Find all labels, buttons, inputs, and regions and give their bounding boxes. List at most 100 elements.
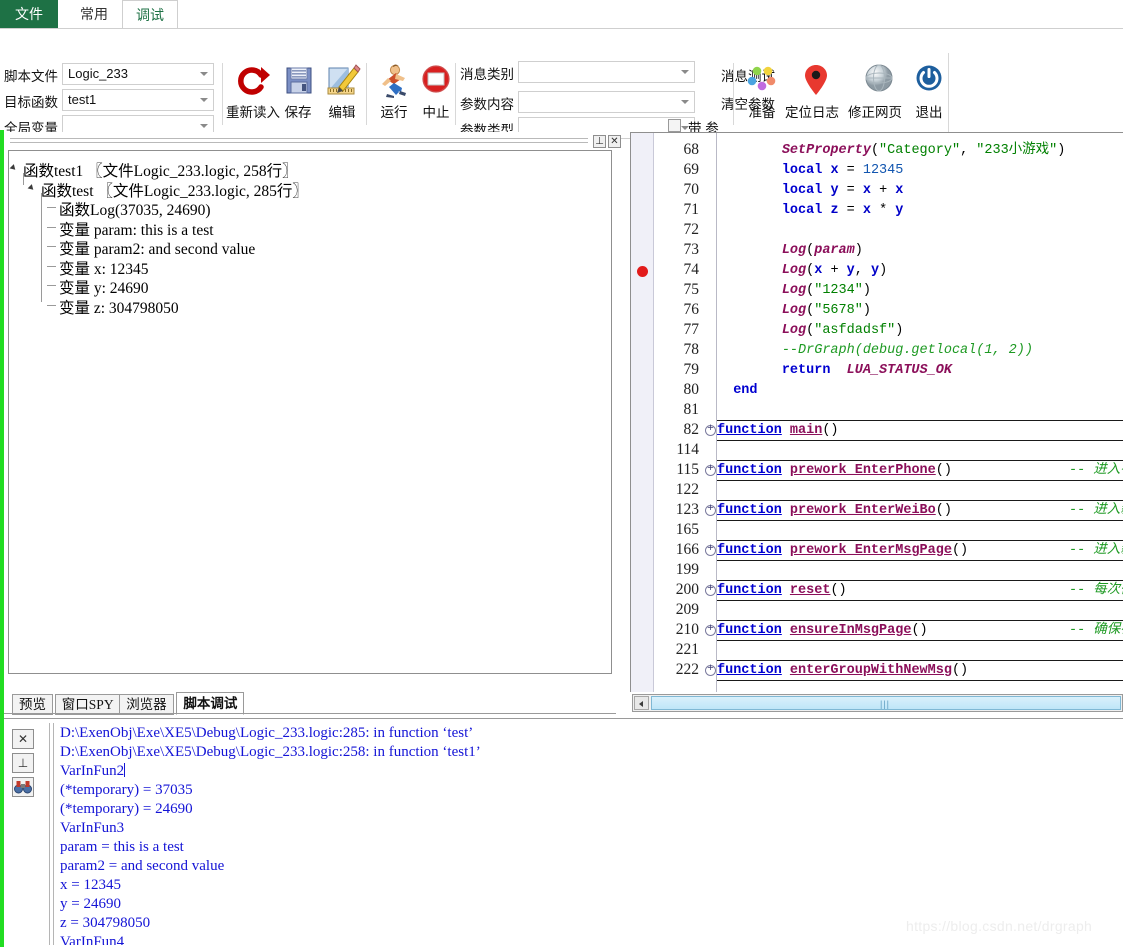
code-text-area[interactable]: SetProperty("Category", "233小游戏") local …	[717, 133, 1123, 692]
tree-node[interactable]: 函数test1 〖文件Logic_233.logic, 258行〗	[9, 159, 609, 180]
chevron-down-icon[interactable]	[681, 70, 689, 74]
view-tab-2[interactable]: 浏览器	[119, 694, 174, 715]
tree-node[interactable]: 函数Log(37035, 24690)	[9, 198, 609, 219]
fold-toggle-icon[interactable]	[705, 502, 716, 516]
line-number: 74	[683, 261, 700, 278]
code-line: function ensureInMsgPage() -- 确保在	[717, 621, 1123, 641]
param-content-label: 参数内容	[460, 97, 514, 112]
fold-gutter[interactable]	[703, 133, 717, 692]
chevron-down-icon[interactable]	[681, 100, 689, 104]
ribbon-tab-0[interactable]: 文件	[0, 0, 58, 28]
map-pin-icon	[782, 62, 842, 100]
fix-webpage-button[interactable]: 修正网页	[845, 62, 905, 121]
tree-connector	[47, 285, 56, 286]
scroll-left-button[interactable]	[634, 696, 649, 710]
log-line-text: D:\ExenObj\Exe\XE5\Debug\Logic_233.logic…	[60, 744, 481, 760]
close-icon[interactable]: ✕	[12, 729, 34, 749]
chevron-down-icon[interactable]	[200, 98, 208, 102]
pin-icon[interactable]: ⊥	[593, 135, 606, 148]
breakpoint-gutter[interactable]	[631, 133, 654, 692]
code-editor-pane: 68 69 70 71 72 73 74 75 76 77 78 79 80 81 82 114 115 122 1…	[630, 132, 1123, 712]
message-type-combo[interactable]	[518, 61, 695, 83]
code-token: prework_EnterPhone	[789, 463, 936, 478]
fold-rule	[717, 680, 1123, 681]
log-line-text: y = 24690	[60, 896, 121, 912]
fold-toggle-icon[interactable]	[705, 662, 716, 676]
line-number: 209	[675, 601, 699, 618]
view-tab-0[interactable]: 预览	[12, 694, 53, 715]
code-token: function	[717, 423, 782, 438]
script-file-combo[interactable]: Logic_233	[62, 63, 214, 85]
ribbon-tab-strip: 文件 常用 调试	[0, 0, 1123, 30]
fold-toggle-icon[interactable]	[705, 582, 716, 596]
expander-icon[interactable]	[27, 183, 36, 192]
target-function-label: 目标函数	[4, 95, 58, 110]
tree-node[interactable]: 变量 param: this is a test	[9, 218, 609, 239]
code-token: y	[895, 203, 904, 218]
code-token: Log	[781, 303, 807, 318]
fold-toggle-icon[interactable]	[705, 422, 716, 436]
fold-toggle-icon[interactable]	[705, 542, 716, 556]
fold-rule	[717, 640, 1123, 641]
line-number: 222	[675, 661, 699, 678]
code-token: SetProperty	[781, 143, 871, 158]
with-param-checkbox[interactable]	[668, 119, 681, 132]
tree-connector	[47, 265, 56, 267]
tree-node[interactable]: 函数test 〖文件Logic_233.logic, 285行〗	[9, 179, 609, 200]
tree-node[interactable]: 变量 z: 304798050	[9, 296, 609, 317]
tree-node[interactable]: 变量 y: 24690	[9, 276, 609, 297]
tree-connector	[47, 304, 56, 306]
expander-icon[interactable]	[9, 164, 18, 172]
code-line: local x = 12345	[717, 161, 904, 181]
prepare-button[interactable]: 准备	[736, 62, 788, 121]
code-horizontal-scrollbar[interactable]: |||	[632, 694, 1123, 712]
locate-log-button[interactable]: 定位日志	[782, 62, 842, 121]
ribbon-tab-2[interactable]: 调试	[122, 0, 178, 30]
code-token: reset	[789, 583, 831, 598]
reload-button[interactable]: 重新读入	[226, 62, 280, 121]
fold-rule	[717, 620, 1123, 621]
code-line: local z = x * y	[717, 201, 904, 221]
fold-toggle-icon[interactable]	[705, 622, 716, 636]
fold-toggle-icon[interactable]	[705, 462, 716, 476]
tree-view[interactable]: 函数test1 〖文件Logic_233.logic, 258行〗 函数test …	[8, 150, 612, 674]
view-tab-3[interactable]: 脚本调试	[176, 692, 245, 715]
pin-icon[interactable]: ⊥	[12, 753, 34, 773]
close-icon[interactable]: ✕	[608, 135, 621, 148]
output-log-text[interactable]: D:\ExenObj\Exe\XE5\Debug\Logic_233.logic…	[60, 725, 1110, 945]
breakpoint-marker[interactable]	[637, 266, 648, 277]
chevron-down-icon[interactable]	[200, 124, 208, 128]
log-line: VarInFun2	[60, 763, 1110, 782]
code-token: ()	[830, 583, 847, 598]
log-line: D:\ExenObj\Exe\XE5\Debug\Logic_233.logic…	[60, 744, 1110, 763]
fold-rule	[717, 420, 1123, 421]
edit-label: 编辑	[328, 105, 356, 120]
binoculars-icon[interactable]	[12, 777, 34, 797]
param-content-combo[interactable]	[518, 91, 695, 113]
tree-node[interactable]: 变量 x: 12345	[9, 257, 609, 278]
watermark: https://blog.csdn.net/drgraph	[906, 918, 1093, 934]
tree-node[interactable]: 变量 param2: and second value	[9, 237, 609, 258]
target-function-combo[interactable]: test1	[62, 89, 214, 111]
line-number: 81	[683, 401, 700, 418]
edit-button[interactable]: 编辑	[316, 62, 368, 121]
code-token: x	[895, 183, 904, 198]
log-line: x = 12345	[60, 877, 1110, 896]
scrollbar-thumb[interactable]: |||	[651, 696, 1121, 710]
code-token: x	[862, 203, 871, 218]
ribbon-tab-1[interactable]: 常用	[66, 0, 122, 28]
fold-rule	[717, 540, 1123, 541]
edit-icon	[316, 62, 368, 100]
code-token: *	[870, 203, 896, 218]
code-token: Log	[781, 243, 807, 258]
code-token: +	[870, 183, 896, 198]
code-line: Log("1234")	[717, 281, 871, 301]
chevron-down-icon[interactable]	[200, 72, 208, 76]
code-editor[interactable]: 68 69 70 71 72 73 74 75 76 77 78 79 80 81 82 114 115 122 1…	[630, 132, 1123, 692]
view-tab-1[interactable]: 窗口SPY	[54, 694, 121, 715]
script-file-value: Logic_233	[68, 66, 128, 81]
